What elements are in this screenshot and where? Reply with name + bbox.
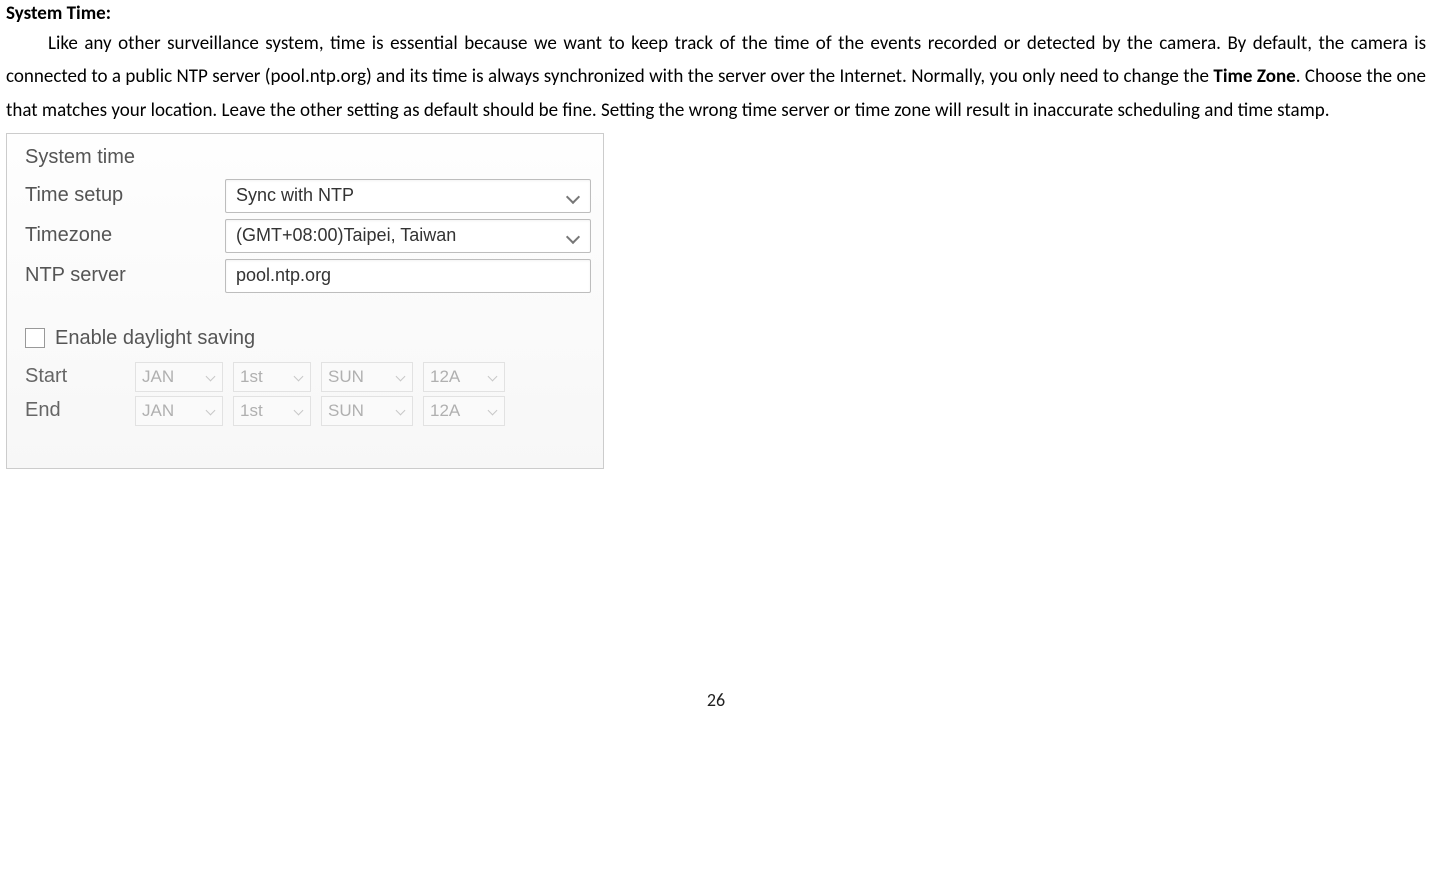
select-dst-start-month[interactable]: JAN — [135, 362, 223, 392]
select-dst-start-day-value: SUN — [328, 367, 364, 387]
select-dst-end-month-value: JAN — [142, 401, 174, 421]
select-dst-end-hour[interactable]: 12A — [423, 396, 505, 426]
chevron-down-icon — [396, 372, 406, 382]
select-dst-end-week-value: 1st — [240, 401, 263, 421]
label-dst-start: Start — [25, 365, 135, 388]
label-dst-end: End — [25, 399, 135, 422]
row-timezone: Timezone (GMT+08:00)Taipei, Taiwan — [25, 219, 591, 253]
panel-section-title: System time — [25, 146, 591, 169]
select-dst-end-day-value: SUN — [328, 401, 364, 421]
chevron-down-icon — [566, 189, 580, 203]
select-dst-end-hour-value: 12A — [430, 401, 460, 421]
input-ntp-server-value: pool.ntp.org — [236, 265, 331, 286]
select-dst-start-week-value: 1st — [240, 367, 263, 387]
system-time-panel: System time Time setup Sync with NTP Tim… — [6, 133, 604, 469]
select-timezone[interactable]: (GMT+08:00)Taipei, Taiwan — [225, 219, 591, 253]
row-dst-start: Start JAN 1st SUN 12A — [25, 362, 591, 392]
select-time-setup[interactable]: Sync with NTP — [225, 179, 591, 213]
input-ntp-server[interactable]: pool.ntp.org — [225, 259, 591, 293]
chevron-down-icon — [396, 406, 406, 416]
heading-title: System Time — [6, 2, 106, 25]
select-time-setup-value: Sync with NTP — [236, 185, 566, 206]
para-bold-timezone: Time Zone — [1213, 65, 1295, 88]
label-enable-daylight-saving: Enable daylight saving — [55, 327, 255, 350]
page-number: 26 — [6, 689, 1426, 711]
row-ntp-server: NTP server pool.ntp.org — [25, 259, 591, 293]
label-ntp-server: NTP server — [25, 264, 225, 287]
heading-colon: : — [106, 2, 111, 25]
doc-heading: System Time: — [6, 2, 1426, 25]
chevron-down-icon — [206, 406, 216, 416]
row-enable-daylight-saving: Enable daylight saving — [25, 327, 591, 350]
chevron-down-icon — [566, 229, 580, 243]
select-dst-start-month-value: JAN — [142, 367, 174, 387]
select-dst-end-week[interactable]: 1st — [233, 396, 311, 426]
doc-paragraph: Like any other surveillance system, time… — [6, 27, 1426, 127]
checkbox-enable-daylight-saving[interactable] — [25, 328, 45, 348]
chevron-down-icon — [488, 406, 498, 416]
chevron-down-icon — [488, 372, 498, 382]
select-dst-start-hour-value: 12A — [430, 367, 460, 387]
select-dst-start-day[interactable]: SUN — [321, 362, 413, 392]
chevron-down-icon — [206, 372, 216, 382]
select-dst-end-day[interactable]: SUN — [321, 396, 413, 426]
chevron-down-icon — [294, 406, 304, 416]
label-timezone: Timezone — [25, 224, 225, 247]
row-dst-end: End JAN 1st SUN 12A — [25, 396, 591, 426]
select-dst-start-week[interactable]: 1st — [233, 362, 311, 392]
chevron-down-icon — [294, 372, 304, 382]
row-time-setup: Time setup Sync with NTP — [25, 179, 591, 213]
select-dst-end-month[interactable]: JAN — [135, 396, 223, 426]
select-timezone-value: (GMT+08:00)Taipei, Taiwan — [236, 225, 566, 246]
select-dst-start-hour[interactable]: 12A — [423, 362, 505, 392]
label-time-setup: Time setup — [25, 184, 225, 207]
